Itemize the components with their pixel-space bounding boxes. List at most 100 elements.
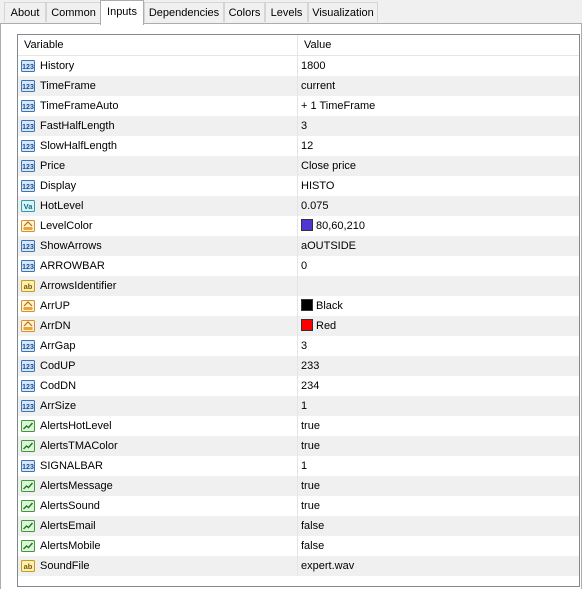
tab-levels[interactable]: Levels — [265, 2, 308, 22]
variable-value[interactable]: false — [301, 536, 324, 556]
color-swatch[interactable] — [301, 219, 313, 231]
tab-visualization[interactable]: Visualization — [308, 2, 378, 22]
variable-value[interactable]: aOUTSIDE — [301, 236, 356, 256]
variable-value[interactable]: Black — [301, 296, 343, 316]
svg-text:123: 123 — [22, 64, 34, 71]
column-divider — [297, 276, 298, 296]
table-row[interactable]: AlertsHotLevel true — [18, 416, 579, 436]
variable-value[interactable]: 12 — [301, 136, 313, 156]
table-row[interactable]: 123 Display HISTO — [18, 176, 579, 196]
variable-value[interactable]: 3 — [301, 116, 307, 136]
table-row[interactable]: AlertsMessage true — [18, 476, 579, 496]
color-swatch[interactable] — [301, 299, 313, 311]
variable-value[interactable]: + 1 TimeFrame — [301, 96, 375, 116]
table-row[interactable]: 123 FastHalfLength 3 — [18, 116, 579, 136]
column-divider — [297, 76, 298, 96]
table-row[interactable]: 123 History 1800 — [18, 56, 579, 76]
table-row[interactable]: AlertsSound true — [18, 496, 579, 516]
table-row[interactable]: 123 ShowArrows aOUTSIDE — [18, 236, 579, 256]
variable-value[interactable]: 1 — [301, 456, 307, 476]
variable-value[interactable]: 0 — [301, 256, 307, 276]
table-row[interactable]: 123 ArrGap 3 — [18, 336, 579, 356]
column-divider — [297, 336, 298, 356]
variable-name: HotLevel — [40, 200, 84, 212]
column-divider — [297, 516, 298, 536]
variable-name: TimeFrame — [40, 80, 96, 92]
table-row[interactable]: ab ArrowsIdentifier — [18, 276, 579, 296]
table-row[interactable]: AlertsMobile false — [18, 536, 579, 556]
column-divider — [297, 216, 298, 236]
column-divider — [297, 456, 298, 476]
table-row[interactable]: ArrUP Black — [18, 296, 579, 316]
svg-text:123: 123 — [22, 164, 34, 171]
value-text: 3 — [301, 120, 308, 132]
tab-colors[interactable]: Colors — [224, 2, 265, 22]
variable-value[interactable]: 80,60,210 — [301, 216, 365, 236]
variable-value[interactable]: Red — [301, 316, 336, 336]
variable-value[interactable]: true — [301, 436, 320, 456]
variable-name: ArrDN — [40, 320, 71, 332]
tab-about[interactable]: About — [4, 2, 46, 22]
variable-value[interactable]: false — [301, 516, 324, 536]
bool-icon — [21, 419, 35, 433]
table-row[interactable]: 123 TimeFrame current — [18, 76, 579, 96]
table-row[interactable]: 123 ARROWBAR 0 — [18, 256, 579, 276]
table-row[interactable]: 123 CodUP 233 — [18, 356, 579, 376]
variable-value[interactable]: 3 — [301, 336, 307, 356]
table-row[interactable]: ArrDN Red — [18, 316, 579, 336]
table-row[interactable]: 123 TimeFrameAuto + 1 TimeFrame — [18, 96, 579, 116]
int-icon: 123 — [21, 119, 35, 133]
variable-value[interactable]: 233 — [301, 356, 319, 376]
column-divider — [297, 236, 298, 256]
int-icon: 123 — [21, 99, 35, 113]
tab-dependencies[interactable]: Dependencies — [144, 2, 224, 22]
variable-value[interactable]: 1 — [301, 396, 307, 416]
int-icon: 123 — [21, 139, 35, 153]
variable-value[interactable]: expert.wav — [301, 556, 354, 576]
value-text: false — [301, 540, 325, 552]
column-header-value[interactable]: Value — [304, 35, 331, 55]
tab-common[interactable]: Common — [46, 2, 101, 22]
svg-text:123: 123 — [22, 144, 34, 151]
column-divider — [297, 136, 298, 156]
variable-value[interactable]: HISTO — [301, 176, 334, 196]
variable-value[interactable]: true — [301, 476, 320, 496]
column-divider — [297, 116, 298, 136]
variable-value[interactable]: 1800 — [301, 56, 325, 76]
variable-value[interactable]: current — [301, 76, 335, 96]
table-row[interactable]: 123 ArrSize 1 — [18, 396, 579, 416]
variable-value[interactable]: true — [301, 416, 320, 436]
table-row[interactable]: 123 CodDN 234 — [18, 376, 579, 396]
variable-value[interactable]: true — [301, 496, 320, 516]
table-row[interactable]: LevelColor 80,60,210 — [18, 216, 579, 236]
color-icon — [21, 319, 35, 333]
table-row[interactable]: 123 SlowHalfLength 12 — [18, 136, 579, 156]
table-row[interactable]: ab SoundFile expert.wav — [18, 556, 579, 576]
tab-inputs[interactable]: Inputs — [100, 0, 144, 25]
svg-text:ab: ab — [24, 282, 33, 291]
column-divider — [297, 416, 298, 436]
inputs-panel: Variable Value 123 History 1800 123 TimeFram… — [0, 24, 582, 589]
value-text: Red — [316, 320, 337, 332]
int-icon: 123 — [21, 359, 35, 373]
svg-text:123: 123 — [22, 184, 34, 191]
string-icon: ab — [21, 559, 35, 573]
variable-value[interactable]: 0.075 — [301, 196, 329, 216]
column-header-variable[interactable]: Variable — [24, 35, 64, 55]
color-swatch[interactable] — [301, 319, 313, 331]
table-row[interactable]: AlertsEmail false — [18, 516, 579, 536]
svg-text:123: 123 — [22, 84, 34, 91]
table-row[interactable]: Va HotLevel 0.075 — [18, 196, 579, 216]
table-row[interactable]: AlertsTMAColor true — [18, 436, 579, 456]
variable-name: AlertsSound — [40, 500, 100, 512]
variable-name: SoundFile — [40, 560, 90, 572]
int-icon: 123 — [21, 339, 35, 353]
table-row[interactable]: 123 SIGNALBAR 1 — [18, 456, 579, 476]
bool-icon — [21, 499, 35, 513]
table-row[interactable]: 123 Price Close price — [18, 156, 579, 176]
variable-value[interactable]: 234 — [301, 376, 319, 396]
variable-name: AlertsHotLevel — [40, 420, 112, 432]
column-divider[interactable] — [297, 35, 298, 55]
variable-value[interactable]: Close price — [301, 156, 356, 176]
column-divider — [297, 96, 298, 116]
